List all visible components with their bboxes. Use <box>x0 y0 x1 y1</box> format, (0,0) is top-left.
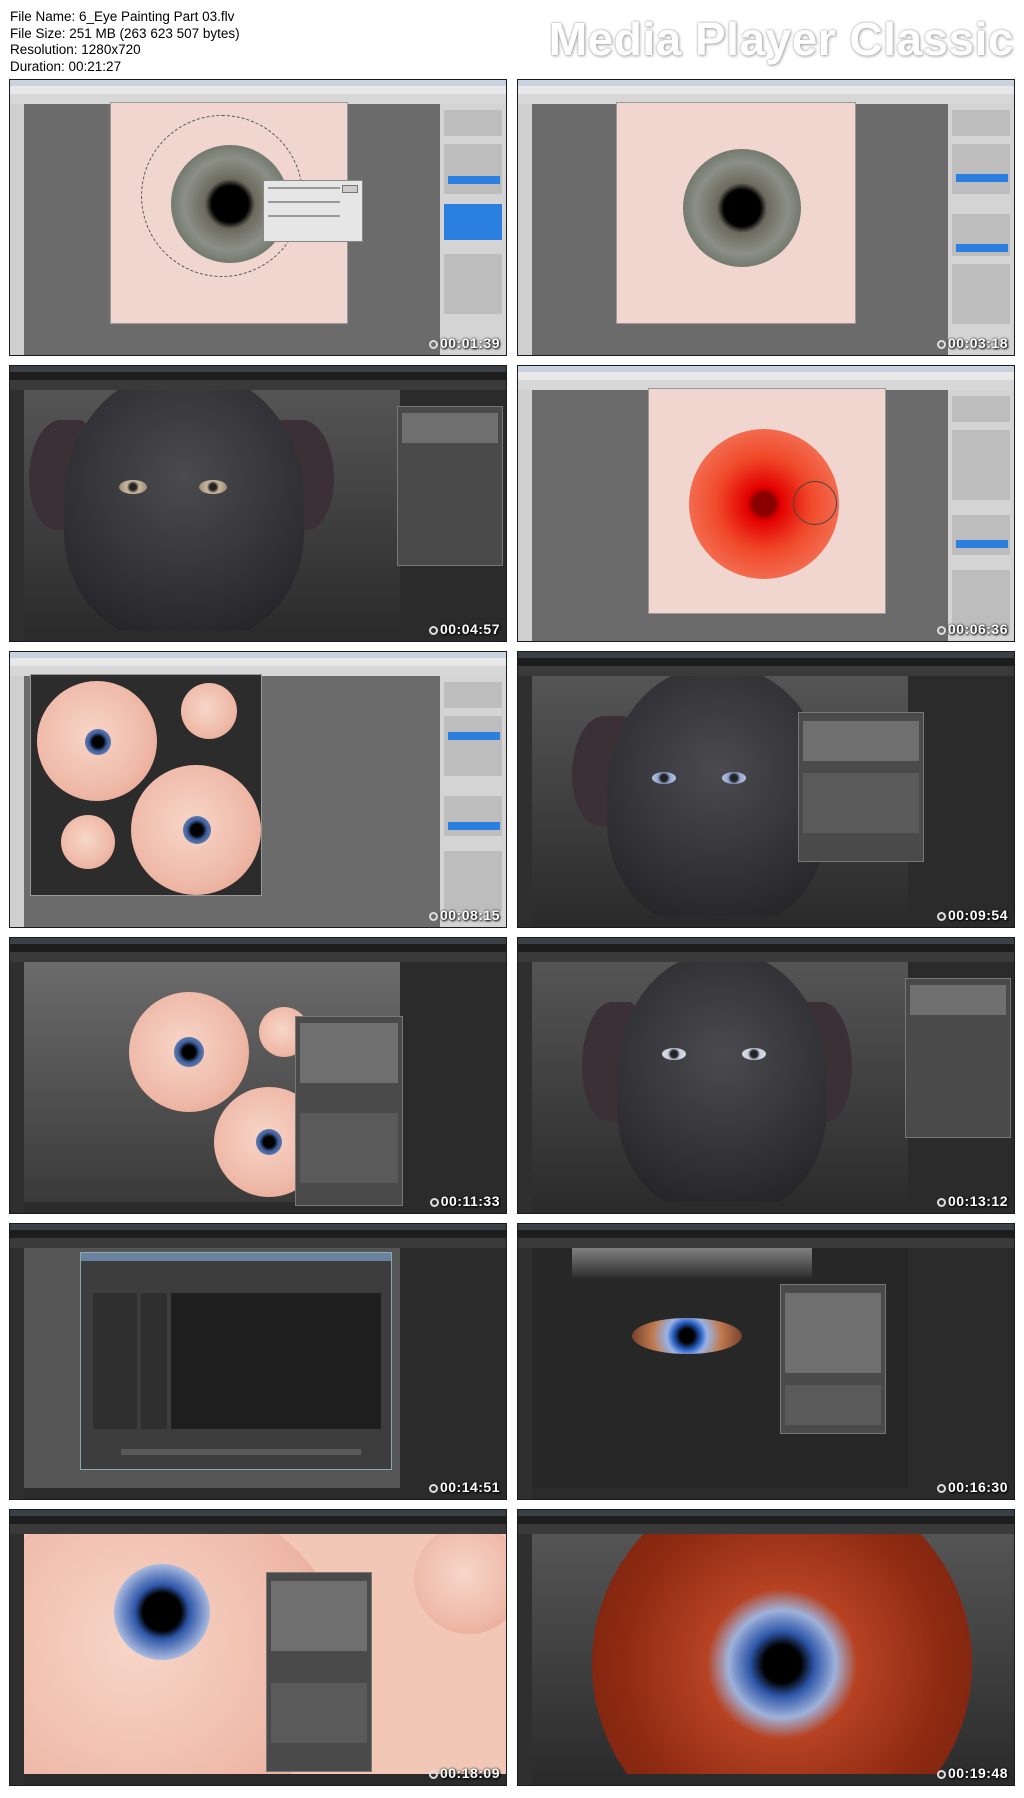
thumbnail-3[interactable]: 00:04:57 <box>9 365 507 642</box>
canvas <box>648 388 886 614</box>
file-size-text: File Size: 251 MB (263 623 507 bytes) <box>10 25 240 41</box>
thumbnail-11[interactable]: 00:18:09 <box>9 1509 507 1786</box>
layers-panel <box>440 104 506 355</box>
timestamp-label: 00:13:12 <box>936 1193 1008 1209</box>
thumbnail-6[interactable]: 00:09:54 <box>517 651 1015 928</box>
layers-panel <box>948 104 1014 355</box>
layers-palette <box>905 978 1011 1138</box>
3d-viewport <box>24 390 400 630</box>
shader-palette <box>798 712 924 862</box>
thumbnail-2[interactable]: 00:03:18 <box>517 79 1015 356</box>
character-head <box>64 390 304 630</box>
thumbnail-1[interactable]: 00:01:39 <box>9 79 507 356</box>
file-name-text: File Name: 6_Eye Painting Part 03.flv <box>10 9 235 24</box>
eye-closeup <box>632 1318 742 1354</box>
layers-panel <box>948 390 1014 641</box>
timestamp-label: 00:09:54 <box>936 907 1008 923</box>
timestamp-label: 00:18:09 <box>428 1765 500 1781</box>
import-file-dialog[interactable] <box>80 1252 392 1470</box>
timestamp-label: 00:08:15 <box>428 907 500 923</box>
eye-iris <box>683 149 801 267</box>
timestamp-label: 00:04:57 <box>428 621 500 637</box>
timestamp-label: 00:19:48 <box>936 1765 1008 1781</box>
eye-iris <box>592 1534 972 1774</box>
thumbnail-10[interactable]: 00:16:30 <box>517 1223 1015 1500</box>
timestamp-label: 00:11:33 <box>429 1193 500 1209</box>
layers-palette <box>295 1016 403 1206</box>
thumbnail-4[interactable]: 00:06:36 <box>517 365 1015 642</box>
canvas <box>30 674 262 896</box>
timestamp-label: 00:06:36 <box>936 621 1008 637</box>
file-metadata: File Name: 6_Eye Painting Part 03.flv Fi… <box>10 9 240 75</box>
layers-palette <box>266 1572 372 1772</box>
thumbnail-grid: 00:01:39 00:03:18 00:04:57 00:06:36 00:0… <box>9 79 1015 1791</box>
duration-text: Duration: 00:21:27 <box>10 58 122 74</box>
thumbnail-8[interactable]: 00:13:12 <box>517 937 1015 1214</box>
timestamp-label: 00:01:39 <box>428 335 500 351</box>
eye-iris <box>114 1564 210 1660</box>
thumbnail-5[interactable]: 00:08:15 <box>9 651 507 928</box>
timestamp-label: 00:03:18 <box>936 335 1008 351</box>
character-head <box>607 676 827 916</box>
character-head <box>617 962 827 1202</box>
info-header: File Name: 6_Eye Painting Part 03.flv Fi… <box>0 0 1024 78</box>
layers-panel <box>440 676 506 927</box>
thumbnail-12[interactable]: 00:19:48 <box>517 1509 1015 1786</box>
resolution-text: Resolution: 1280x720 <box>10 42 141 57</box>
3d-viewport <box>532 962 908 1202</box>
timestamp-label: 00:16:30 <box>936 1479 1008 1495</box>
layers-palette <box>397 406 503 566</box>
3d-viewport <box>532 1534 1014 1774</box>
thumbnail-7[interactable]: 00:11:33 <box>9 937 507 1214</box>
color-balance-dialog[interactable] <box>263 180 363 242</box>
layers-palette <box>780 1284 886 1434</box>
canvas <box>616 102 856 324</box>
timestamp-label: 00:14:51 <box>428 1479 500 1495</box>
thumbnail-9[interactable]: 00:14:51 <box>9 1223 507 1500</box>
player-brand-logo: Media Player Classic <box>548 13 1014 65</box>
